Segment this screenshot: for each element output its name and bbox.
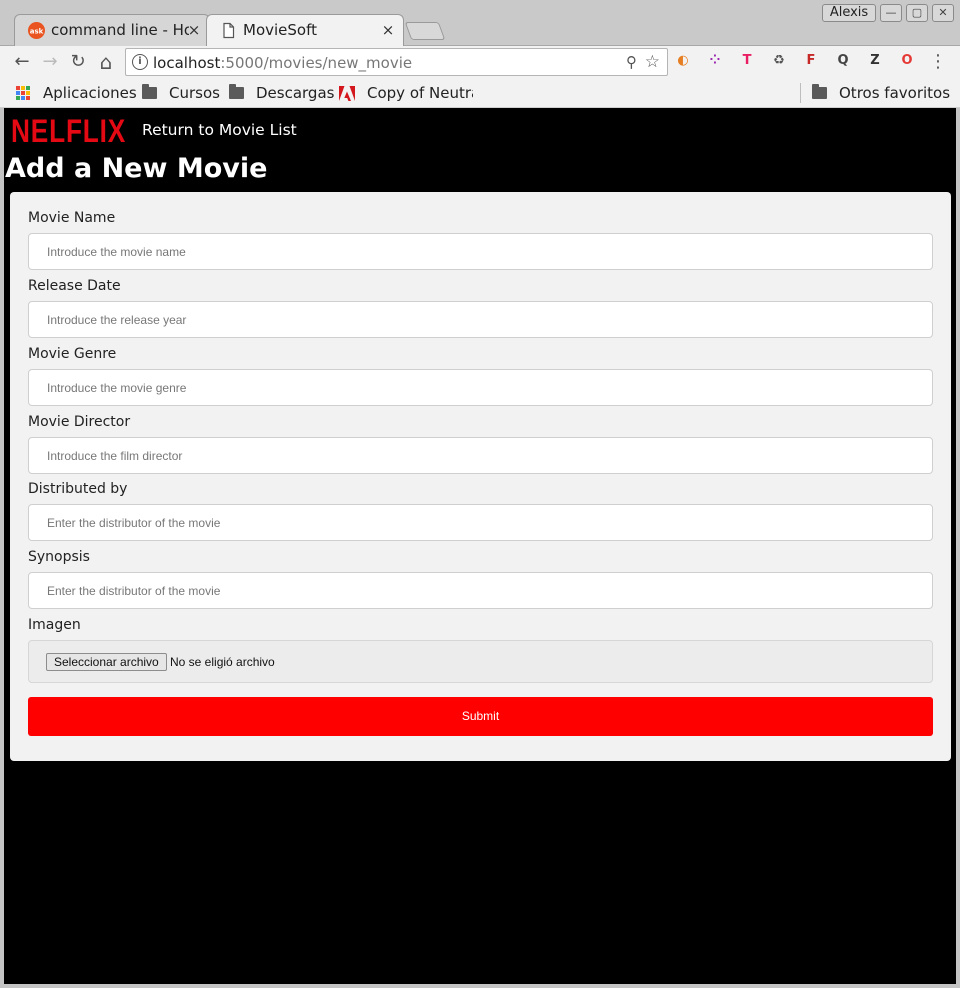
browser-toolbar: ← → ↻ ⌂ i localhost:5000/movies/new_movi… [0, 46, 960, 78]
apps-icon [16, 86, 30, 100]
url-host: localhost [153, 54, 221, 72]
extension-icon[interactable]: ⁘ [706, 52, 724, 70]
site-logo[interactable]: NELFLIX [11, 113, 126, 150]
page-title: Add a New Movie [5, 153, 268, 184]
folder-icon [812, 84, 827, 99]
bookmark-star-icon[interactable]: ☆ [645, 52, 660, 72]
movie-name-input[interactable] [28, 233, 933, 270]
extension-icon[interactable]: F [802, 52, 820, 70]
info-icon[interactable]: i [132, 54, 148, 70]
submit-button[interactable]: Submit [28, 697, 933, 736]
address-bar[interactable]: i localhost:5000/movies/new_movie ⚲ ☆ [125, 48, 668, 76]
bookmark-folder-descargas[interactable]: Descargas [256, 84, 334, 102]
return-to-list-link[interactable]: Return to Movie List [142, 121, 297, 139]
maximize-icon[interactable]: ▢ [906, 4, 928, 22]
close-window-icon[interactable]: ✕ [932, 4, 954, 22]
page-icon [223, 22, 235, 39]
synopsis-input[interactable] [28, 572, 933, 609]
tab-title: MovieSoft [243, 21, 317, 39]
menu-icon[interactable]: ⋮ [926, 50, 950, 74]
adobe-icon [339, 86, 355, 101]
opera-icon[interactable]: O [898, 52, 916, 70]
svg-text:ask: ask [30, 28, 44, 36]
tab-moviesoft[interactable]: MovieSoft × [206, 14, 404, 47]
extension-icon[interactable]: Z [866, 52, 884, 70]
movie-genre-input[interactable] [28, 369, 933, 406]
bookmarks-bar: Aplicaciones Cursos Descargas Copy of Ne… [0, 78, 960, 108]
bookmark-other-favorites[interactable]: Otros favoritos [839, 84, 950, 102]
bookmark-apps[interactable]: Aplicaciones [43, 84, 137, 102]
minimize-icon[interactable]: — [880, 4, 902, 22]
new-movie-form: Movie Name Release Date Movie Genre Movi… [10, 192, 951, 761]
window-border [956, 108, 960, 988]
forward-icon[interactable]: → [38, 50, 62, 74]
back-icon[interactable]: ← [10, 50, 34, 74]
url-path: :5000/movies/new_movie [220, 54, 413, 72]
bookmark-copy-of-neutral[interactable]: Copy of Neutral [367, 84, 473, 102]
home-icon[interactable]: ⌂ [94, 50, 118, 74]
synopsis-label: Synopsis [28, 549, 90, 565]
bookmark-separator [800, 83, 801, 103]
choose-file-button[interactable]: Seleccionar archivo [46, 653, 167, 671]
zoom-icon[interactable]: ⚲ [626, 53, 637, 71]
file-status-text: No se eligió archivo [170, 655, 275, 669]
recycle-icon[interactable]: ♻ [770, 52, 788, 70]
movie-director-label: Movie Director [28, 414, 131, 430]
reload-icon[interactable]: ↻ [66, 50, 90, 74]
movie-genre-label: Movie Genre [28, 346, 117, 362]
site-navbar: NELFLIX Return to Movie List [4, 108, 956, 154]
folder-icon [229, 84, 244, 99]
extension-icon[interactable]: ◐ [674, 52, 692, 70]
new-tab-button[interactable] [404, 22, 446, 40]
movie-director-input[interactable] [28, 437, 933, 474]
tab-close-icon[interactable]: × [381, 21, 395, 39]
distributor-label: Distributed by [28, 481, 128, 497]
profile-button[interactable]: Alexis [822, 4, 876, 22]
url-text: localhost:5000/movies/new_movie [153, 54, 412, 72]
folder-icon [142, 84, 157, 99]
browser-titlebar: ask command line - How × MovieSoft × Ale… [0, 0, 960, 47]
tab-command-line[interactable]: ask command line - How × [14, 14, 210, 46]
extension-icon[interactable]: Q [834, 52, 852, 70]
release-date-label: Release Date [28, 278, 121, 294]
bookmark-folder-cursos[interactable]: Cursos [169, 84, 220, 102]
tab-close-icon[interactable]: × [187, 21, 201, 39]
release-date-input[interactable] [28, 301, 933, 338]
image-label: Imagen [28, 617, 81, 633]
tab-title: command line - How [51, 21, 189, 39]
image-file-input: Seleccionar archivo No se eligió archivo [28, 640, 933, 683]
distributor-input[interactable] [28, 504, 933, 541]
movie-name-label: Movie Name [28, 210, 116, 226]
extension-icon[interactable]: T [738, 52, 756, 70]
window-border [0, 984, 960, 988]
page-viewport: NELFLIX Return to Movie List Add a New M… [4, 108, 956, 984]
askubuntu-icon: ask [28, 22, 45, 39]
